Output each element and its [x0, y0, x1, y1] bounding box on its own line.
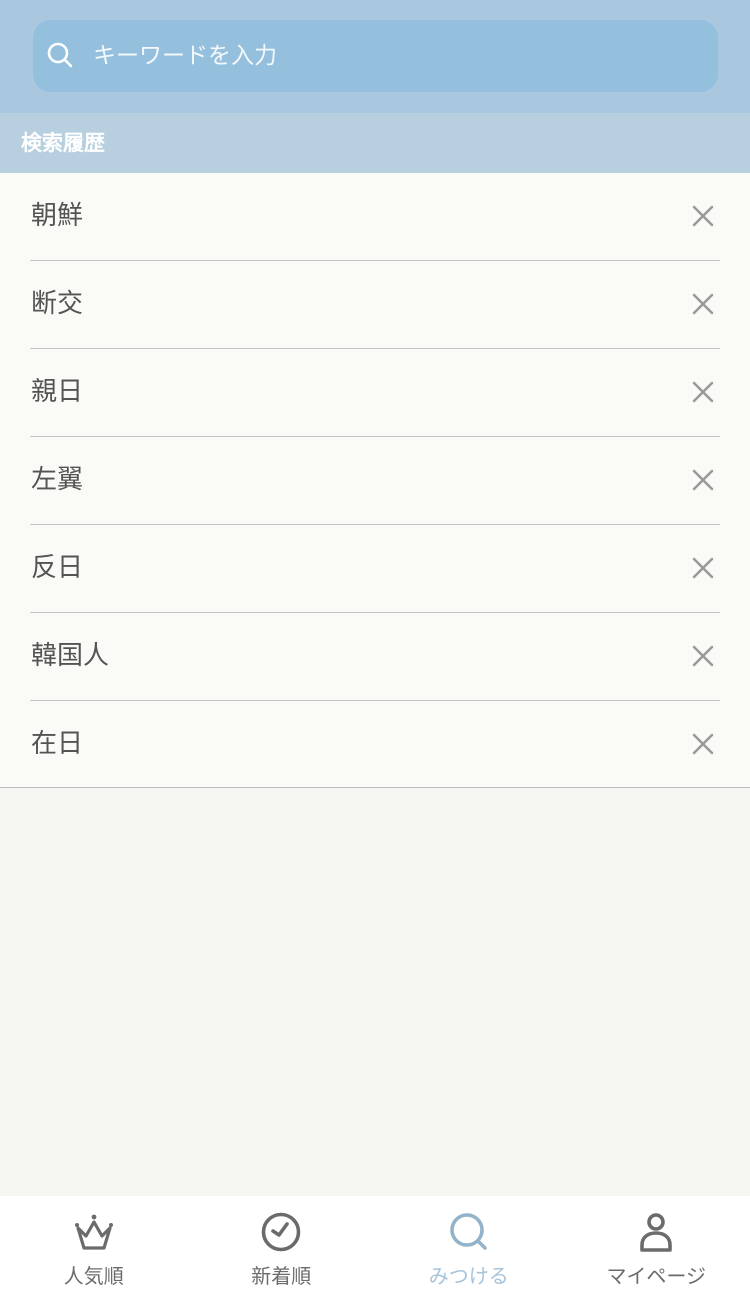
user-icon [640, 1213, 673, 1252]
history-item[interactable]: 反日 [30, 525, 720, 613]
history-item[interactable]: 断交 [30, 261, 720, 349]
search-header [0, 0, 750, 113]
history-item-label[interactable]: 在日 [31, 701, 83, 787]
history-item[interactable]: 在日 [30, 701, 720, 789]
history-item[interactable]: 親日 [30, 349, 720, 437]
search-icon [449, 1213, 487, 1250]
history-item-label[interactable]: 朝鮮 [31, 173, 83, 259]
bottom-tab-bar: 人気順 新着順 みつける マイページ [0, 1196, 750, 1294]
crown-icon [74, 1214, 113, 1250]
history-item[interactable]: 韓国人 [30, 613, 720, 701]
history-item-label[interactable]: 親日 [31, 349, 83, 435]
history-item[interactable]: 朝鮮 [30, 173, 720, 261]
close-icon[interactable] [688, 377, 718, 407]
clock-icon [261, 1212, 301, 1252]
close-icon[interactable] [688, 553, 718, 583]
tab-newest[interactable]: 新着順 [188, 1196, 376, 1294]
close-icon[interactable] [688, 641, 718, 671]
search-icon [47, 42, 73, 68]
tab-popular[interactable]: 人気順 [0, 1196, 188, 1294]
close-icon[interactable] [688, 201, 718, 231]
tab-discover[interactable]: みつける [375, 1196, 563, 1294]
close-icon[interactable] [688, 289, 718, 319]
history-item-label[interactable]: 左翼 [31, 437, 83, 523]
tab-label: 人気順 [63, 1264, 124, 1288]
history-item-label[interactable]: 断交 [31, 261, 83, 347]
tab-label: マイページ [606, 1264, 707, 1288]
history-item-label[interactable]: 反日 [31, 525, 83, 611]
close-icon[interactable] [688, 465, 718, 495]
history-item[interactable]: 左翼 [30, 437, 720, 525]
search-history-title: 検索履歴 [0, 113, 750, 173]
search-bar[interactable] [33, 20, 718, 92]
search-input[interactable] [93, 20, 703, 92]
close-icon[interactable] [688, 729, 718, 759]
tab-label: みつける [428, 1264, 509, 1288]
search-history-list: 朝鮮 断交 親日 左翼 反日 韓国人 在日 [0, 173, 750, 788]
tab-label: 新着順 [251, 1264, 312, 1288]
tab-mypage[interactable]: マイページ [563, 1196, 750, 1294]
history-item-label[interactable]: 韓国人 [31, 613, 109, 699]
